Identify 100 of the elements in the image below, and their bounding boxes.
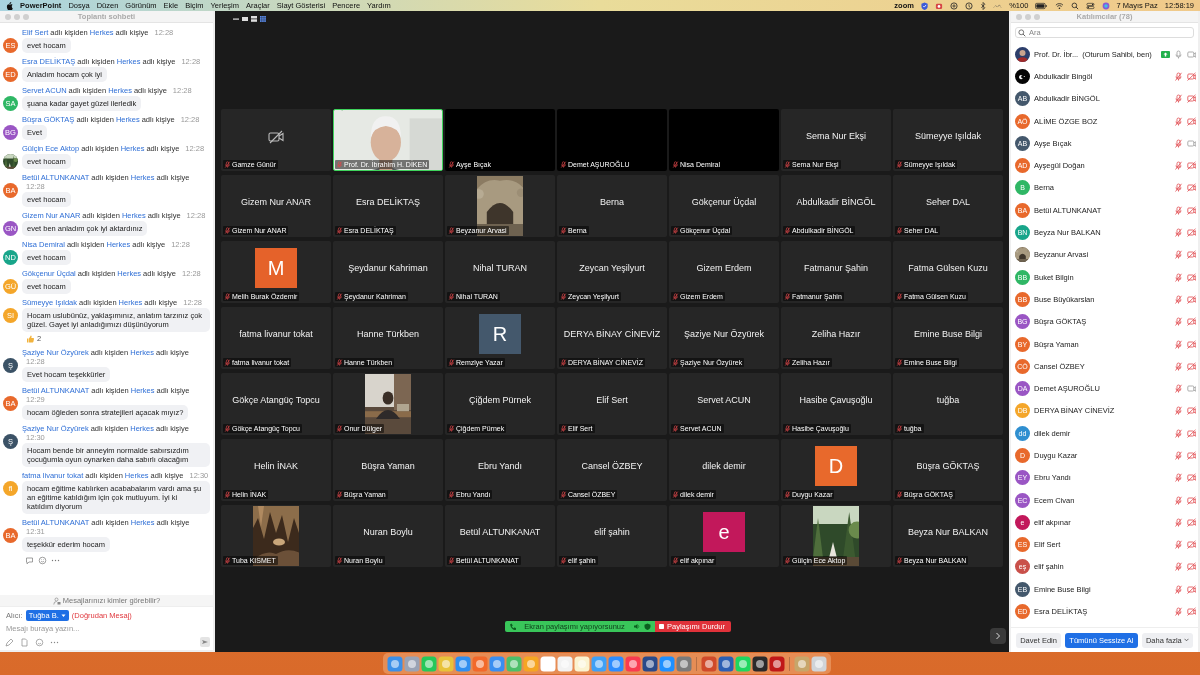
muted-mic-icon[interactable] (672, 161, 679, 168)
muted-mic-icon[interactable] (560, 557, 567, 564)
video-camera-icon[interactable] (1187, 49, 1196, 59)
app-icon[interactable] (540, 655, 556, 672)
muted-mic-icon[interactable] (1174, 272, 1183, 282)
muted-mic-icon[interactable] (1174, 339, 1183, 349)
muted-mic-icon[interactable] (336, 293, 343, 300)
muted-mic-icon[interactable] (224, 161, 231, 168)
strip-view-icon[interactable] (251, 16, 257, 22)
muted-mic-icon[interactable] (896, 161, 903, 168)
video-off-icon[interactable] (1187, 317, 1196, 327)
video-off-icon[interactable] (1187, 406, 1196, 416)
next-page-button[interactable] (990, 628, 1006, 644)
muted-mic-icon[interactable] (1174, 138, 1183, 148)
muted-mic-icon[interactable] (1174, 205, 1183, 215)
muted-mic-icon[interactable] (448, 425, 455, 432)
status-app-icon[interactable] (935, 1, 944, 10)
shield-icon[interactable] (644, 623, 651, 630)
muted-mic-icon[interactable] (1174, 495, 1183, 505)
bluetooth-icon[interactable] (980, 1, 987, 10)
muted-mic-icon[interactable] (672, 359, 679, 366)
muted-mic-icon[interactable] (1174, 183, 1183, 193)
muted-mic-icon[interactable] (672, 557, 679, 564)
app-icon[interactable] (676, 655, 692, 672)
muted-mic-icon[interactable] (1174, 406, 1183, 416)
muted-mic-icon[interactable] (560, 161, 567, 168)
wifi-icon[interactable] (1054, 1, 1064, 10)
muted-mic-icon[interactable] (896, 359, 903, 366)
battery-icon[interactable] (1035, 1, 1048, 10)
muted-mic-icon[interactable] (336, 557, 343, 564)
video-off-icon[interactable] (1187, 116, 1196, 126)
format-icon[interactable] (5, 637, 14, 647)
muted-mic-icon[interactable] (448, 227, 455, 234)
muted-mic-icon[interactable] (784, 227, 791, 234)
muted-mic-icon[interactable] (1174, 451, 1183, 460)
muted-mic-icon[interactable] (1174, 294, 1183, 304)
muted-mic-icon[interactable] (1174, 584, 1183, 594)
video-off-icon[interactable] (1187, 272, 1196, 282)
muted-mic-icon[interactable] (896, 293, 903, 300)
app-icon[interactable] (752, 655, 768, 672)
video-off-icon[interactable] (1187, 473, 1196, 483)
muted-mic-icon[interactable] (1174, 250, 1183, 260)
muted-mic-icon[interactable] (560, 293, 567, 300)
muted-mic-icon[interactable] (336, 359, 343, 366)
emoji-icon[interactable] (35, 637, 44, 647)
video-camera-icon[interactable] (1187, 138, 1196, 148)
video-off-icon[interactable] (1187, 607, 1196, 617)
muted-mic-icon[interactable] (224, 293, 231, 300)
control-center-icon[interactable] (1085, 1, 1095, 10)
video-off-icon[interactable] (1187, 495, 1196, 505)
speaker-icon[interactable] (633, 623, 640, 630)
search-icon[interactable] (1070, 1, 1079, 10)
muted-mic-icon[interactable] (784, 293, 791, 300)
clock-icon[interactable] (965, 1, 974, 10)
muted-mic-icon[interactable] (672, 491, 679, 498)
video-off-icon[interactable] (1187, 584, 1196, 594)
video-off-icon[interactable] (1187, 562, 1196, 572)
muted-mic-icon[interactable] (784, 359, 791, 366)
muted-mic-icon[interactable] (1174, 540, 1183, 550)
muted-mic-icon[interactable] (672, 227, 679, 234)
muted-mic-icon[interactable] (784, 425, 791, 432)
file-icon[interactable] (20, 637, 29, 647)
video-off-icon[interactable] (1187, 451, 1196, 460)
muted-mic-icon[interactable] (1174, 517, 1183, 527)
muted-mic-icon[interactable] (784, 161, 791, 168)
muted-mic-icon[interactable] (896, 491, 903, 498)
muted-mic-icon[interactable] (560, 491, 567, 498)
video-off-icon[interactable] (1187, 250, 1196, 260)
muted-mic-icon[interactable] (336, 491, 343, 498)
activity-icon[interactable] (993, 1, 1003, 10)
muted-mic-icon[interactable] (672, 293, 679, 300)
muted-mic-icon[interactable] (1174, 317, 1183, 327)
video-off-icon[interactable] (1187, 339, 1196, 349)
muted-mic-icon[interactable] (896, 557, 903, 564)
gallery-view-icon[interactable] (260, 16, 266, 22)
muted-mic-icon[interactable] (1174, 473, 1183, 483)
muted-mic-icon[interactable] (672, 425, 679, 432)
video-off-icon[interactable] (1187, 71, 1196, 81)
muted-mic-icon[interactable] (224, 491, 231, 498)
muted-mic-icon[interactable] (1174, 607, 1183, 617)
muted-mic-icon[interactable] (896, 227, 903, 234)
video-off-icon[interactable] (1187, 161, 1196, 171)
video-off-icon[interactable] (1187, 228, 1196, 237)
app-icon[interactable] (718, 655, 734, 672)
muted-mic-icon[interactable] (560, 359, 567, 366)
video-off-icon[interactable] (1187, 294, 1196, 304)
video-off-icon[interactable] (1187, 94, 1196, 104)
muted-mic-icon[interactable] (448, 491, 455, 498)
muted-mic-icon[interactable] (1174, 384, 1183, 394)
video-off-icon[interactable] (1187, 183, 1196, 193)
muted-mic-icon[interactable] (1174, 562, 1183, 572)
muted-mic-icon[interactable] (224, 557, 231, 564)
muted-mic-icon[interactable] (560, 425, 567, 432)
muted-mic-icon[interactable] (336, 425, 343, 432)
video-off-icon[interactable] (1187, 428, 1196, 438)
muted-mic-icon[interactable] (1174, 71, 1183, 81)
muted-mic-icon[interactable] (448, 293, 455, 300)
gauge-icon[interactable] (950, 1, 959, 10)
muted-mic-icon[interactable] (448, 359, 455, 366)
muted-mic-icon[interactable] (560, 227, 567, 234)
